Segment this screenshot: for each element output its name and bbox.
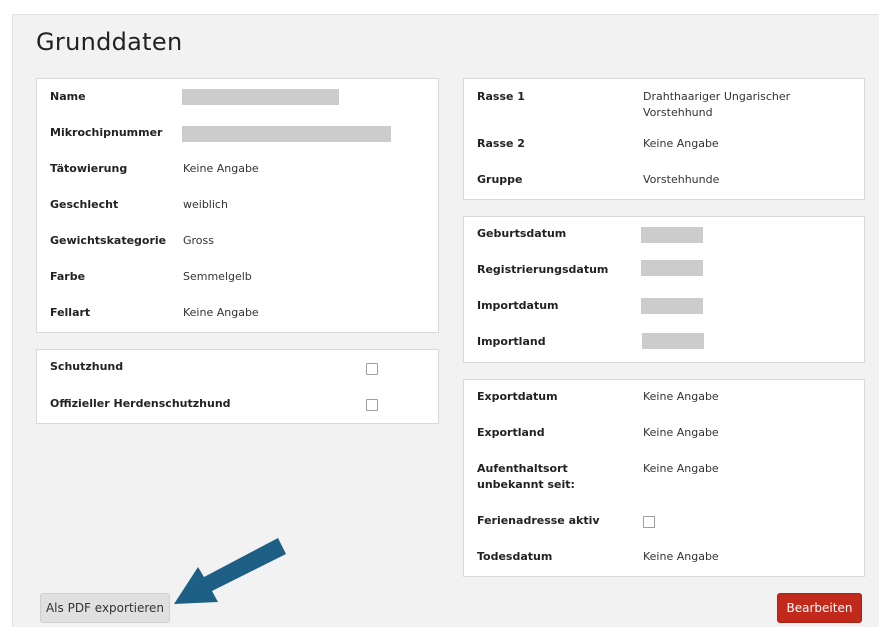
coat-type-value: Keine Angabe: [183, 306, 259, 319]
weight-category-label: Gewichtskategorie: [50, 234, 167, 247]
color-label: Farbe: [50, 270, 86, 283]
herd-protection-dog-checkbox[interactable]: [366, 399, 378, 411]
edit-button[interactable]: Bearbeiten: [777, 593, 862, 623]
holiday-address-checkbox[interactable]: [643, 516, 655, 528]
registration-date-redacted-value: [641, 260, 703, 276]
export-date-value: Keine Angabe: [643, 390, 719, 403]
location-unknown-value: Keine Angabe: [643, 462, 719, 475]
protection-dog-checkbox[interactable]: [366, 363, 378, 375]
import-country-redacted-value: [642, 333, 704, 349]
death-date-label: Todesdatum: [477, 550, 553, 563]
import-date-label: Importdatum: [477, 299, 559, 312]
breed-1-label: Rasse 1: [477, 90, 525, 103]
weight-category-value: Gross: [183, 234, 214, 247]
sex-value: weiblich: [183, 198, 228, 211]
color-value: Semmelgelb: [183, 270, 252, 283]
tattoo-label: Tätowierung: [50, 162, 128, 175]
death-date-value: Keine Angabe: [643, 550, 719, 563]
export-card: Exportdatum Keine Angabe Exportland Kein…: [463, 379, 865, 577]
breed-card: Rasse 1 Drahthaariger Ungarischer Vorste…: [463, 78, 865, 200]
birth-date-label: Geburtsdatum: [477, 227, 567, 240]
name-label: Name: [50, 90, 86, 103]
coat-type-label: Fellart: [50, 306, 91, 319]
name-redacted-value: [182, 89, 339, 105]
microchip-redacted-value: [182, 126, 391, 142]
export-country-value: Keine Angabe: [643, 426, 719, 439]
breed-2-label: Rasse 2: [477, 137, 525, 150]
registration-date-label: Registrierungsdatum: [477, 263, 609, 276]
group-label: Gruppe: [477, 173, 523, 186]
export-pdf-button[interactable]: Als PDF exportieren: [40, 593, 170, 623]
holiday-address-label: Ferienadresse aktiv: [477, 514, 600, 527]
pointer-arrow-icon: [174, 538, 286, 604]
microchip-label: Mikrochipnummer: [50, 126, 163, 139]
basic-data-card: Name Mikrochipnummer Tätowierung Keine A…: [36, 78, 439, 333]
breed-2-value: Keine Angabe: [643, 137, 719, 150]
export-date-label: Exportdatum: [477, 390, 558, 403]
import-date-redacted-value: [641, 298, 703, 314]
export-country-label: Exportland: [477, 426, 545, 439]
flags-card: Schutzhund Offizieller Herdenschutzhund: [36, 349, 439, 424]
herd-protection-dog-label: Offizieller Herdenschutzhund: [50, 397, 231, 410]
dates-card: Geburtsdatum Registrierungsdatum Importd…: [463, 216, 865, 363]
breed-1-value: Drahthaariger Ungarischer Vorstehhund: [643, 90, 791, 119]
tattoo-value: Keine Angabe: [183, 162, 259, 175]
page-title: Grunddaten: [36, 28, 183, 56]
group-value: Vorstehhunde: [643, 173, 720, 186]
import-country-label: Importland: [477, 335, 546, 348]
birth-date-redacted-value: [641, 227, 703, 243]
protection-dog-label: Schutzhund: [50, 360, 124, 373]
location-unknown-label: Aufenthaltsort unbekannt seit:: [477, 462, 575, 491]
sex-label: Geschlecht: [50, 198, 119, 211]
